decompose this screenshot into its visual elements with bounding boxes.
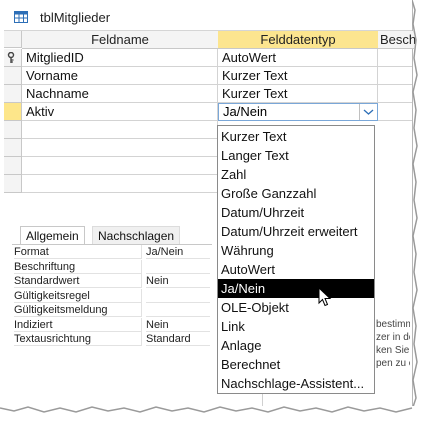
property-value[interactable]: Standard — [146, 332, 210, 346]
primary-key-icon — [7, 51, 15, 67]
dropdown-option[interactable]: Nachschlage-Assistent... — [218, 374, 374, 393]
row-selector[interactable] — [4, 157, 22, 175]
torn-edge-right — [412, 0, 434, 431]
field-name-cell[interactable]: Vorname — [22, 67, 218, 85]
torn-edge-bottom — [0, 406, 434, 431]
table-row[interactable]: Nachname Kurzer Text — [4, 85, 412, 103]
column-header-felddatentyp[interactable]: Felddatentyp — [218, 31, 379, 49]
field-name-cell[interactable]: MitgliedID — [22, 49, 218, 67]
property-value[interactable] — [146, 260, 210, 274]
field-type-cell[interactable]: AutoWert — [218, 49, 378, 67]
row-selector[interactable] — [4, 121, 22, 139]
dropdown-option[interactable]: Große Ganzzahl — [218, 184, 374, 203]
dropdown-option[interactable]: Zahl — [218, 165, 374, 184]
field-name-cell[interactable] — [22, 139, 218, 157]
table-row[interactable]: Vorname Kurzer Text — [4, 67, 412, 85]
table-icon — [14, 10, 28, 23]
field-name-cell[interactable] — [22, 157, 218, 175]
column-header-feldname[interactable]: Feldname — [22, 31, 219, 49]
dropdown-option[interactable]: Anlage — [218, 336, 374, 355]
property-label: Format — [14, 245, 142, 259]
document-title: tblMitglieder — [40, 10, 111, 25]
dropdown-option[interactable]: OLE-Objekt — [218, 298, 374, 317]
row-selector[interactable] — [4, 67, 22, 85]
help-line: bestimm — [376, 319, 410, 330]
property-label: Indiziert — [14, 317, 142, 332]
property-row[interactable]: Gültigkeitsmeldung — [12, 303, 212, 318]
description-cell[interactable] — [378, 85, 412, 103]
property-label: Textausrichtung — [14, 332, 142, 346]
field-name-cell[interactable]: Nachname — [22, 85, 218, 103]
property-row[interactable]: Beschriftung — [12, 259, 212, 275]
dropdown-option[interactable]: Kurzer Text — [218, 127, 374, 146]
property-row[interactable]: Gültigkeitsregel — [12, 288, 212, 304]
table-row[interactable]: MitgliedID AutoWert — [4, 49, 412, 67]
description-cell[interactable] — [378, 49, 412, 67]
row-selector[interactable] — [4, 85, 22, 103]
field-type-cell[interactable]: Kurzer Text — [218, 85, 378, 103]
field-name-cell[interactable]: Aktiv — [22, 103, 218, 121]
property-row[interactable]: Textausrichtung Standard — [12, 332, 212, 347]
help-line: ken Sie F — [376, 345, 410, 356]
field-type-combobox[interactable]: Ja/Nein — [218, 103, 378, 121]
property-label: Gültigkeitsregel — [14, 288, 142, 303]
dropdown-option[interactable]: AutoWert — [218, 260, 374, 279]
help-line: pen zu e — [376, 358, 410, 369]
dropdown-option[interactable]: Berechnet — [218, 355, 374, 374]
property-label: Beschriftung — [14, 259, 142, 274]
dropdown-option[interactable]: Datum/Uhrzeit erweitert — [218, 222, 374, 241]
property-label: Standardwert — [14, 274, 142, 288]
field-type-cell[interactable]: Kurzer Text — [218, 67, 378, 85]
field-properties-pane: Allgemein Nachschlagen Format Ja/Nein Bes… — [12, 226, 212, 356]
property-row[interactable]: Indiziert Nein — [12, 317, 212, 333]
property-value[interactable]: Ja/Nein — [146, 245, 210, 259]
field-name-cell[interactable] — [22, 121, 218, 139]
property-value[interactable]: Nein — [146, 318, 210, 332]
description-cell[interactable] — [378, 103, 412, 121]
column-header-beschreibung[interactable]: Beschr — [378, 31, 420, 49]
properties-table: Format Ja/Nein Beschriftung Standardwert N… — [12, 244, 212, 347]
description-cell[interactable] — [378, 67, 412, 85]
dropdown-option[interactable]: Langer Text — [218, 146, 374, 165]
row-selector[interactable] — [4, 175, 22, 193]
property-value[interactable] — [146, 303, 210, 317]
mouse-pointer-icon — [318, 286, 332, 312]
property-row[interactable]: Format Ja/Nein — [12, 245, 212, 260]
property-row[interactable]: Standardwert Nein — [12, 274, 212, 289]
property-value[interactable] — [146, 289, 210, 303]
field-name-cell[interactable] — [22, 175, 218, 193]
property-value[interactable]: Nein — [146, 274, 210, 288]
dropdown-option[interactable]: Link — [218, 317, 374, 336]
grid-corner[interactable] — [4, 31, 22, 48]
row-selector[interactable] — [4, 139, 22, 157]
dropdown-option[interactable]: Datum/Uhrzeit — [218, 203, 374, 222]
row-selector-current[interactable] — [4, 103, 22, 121]
document-tab[interactable]: tblMitglieder — [4, 2, 412, 30]
table-row[interactable]: Aktiv Ja/Nein — [4, 103, 412, 121]
dropdown-option[interactable]: Währung — [218, 241, 374, 260]
help-text: bestimm zer in de ken Sie F pen zu e — [376, 318, 410, 370]
property-label: Gültigkeitsmeldung — [14, 303, 142, 317]
tab-nachschlagen[interactable]: Nachschlagen — [92, 226, 181, 245]
row-selector[interactable] — [4, 49, 22, 67]
dropdown-option-selected[interactable]: Ja/Nein — [218, 279, 374, 298]
help-line: zer in de — [376, 332, 410, 343]
chevron-down-icon[interactable] — [359, 104, 377, 120]
data-type-dropdown-list[interactable]: Kurzer Text Langer Text Zahl Große Ganzz… — [217, 125, 375, 394]
tab-allgemein[interactable]: Allgemein — [20, 226, 85, 245]
field-type-value: Ja/Nein — [223, 104, 268, 119]
